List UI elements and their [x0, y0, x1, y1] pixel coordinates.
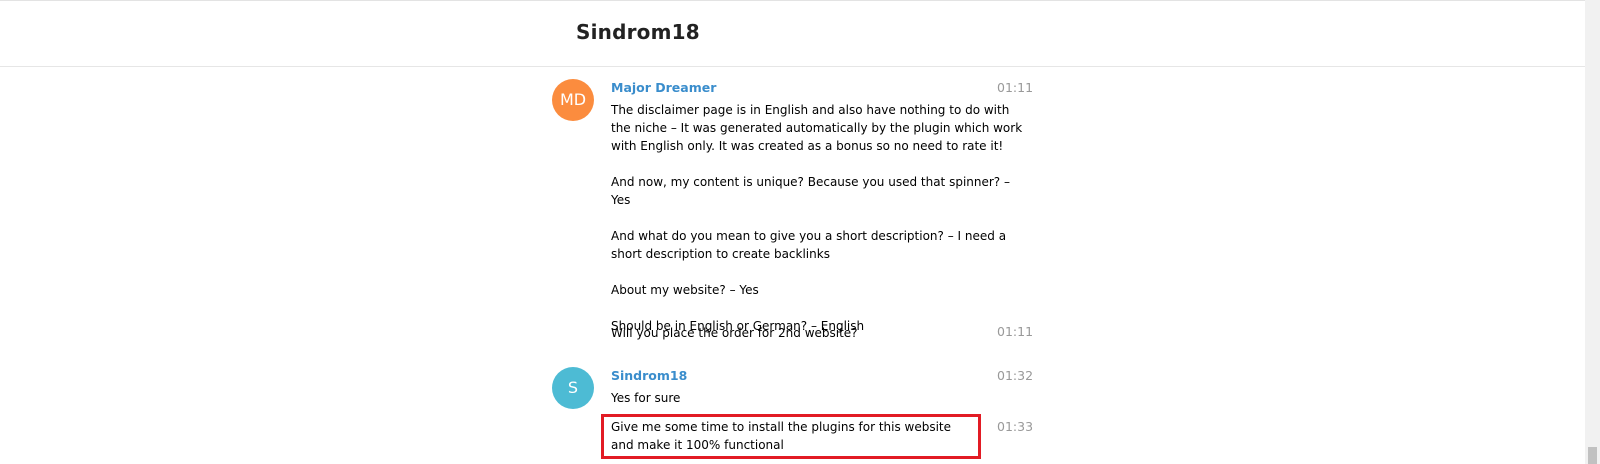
sender-name-major-dreamer[interactable]: Major Dreamer [611, 80, 716, 95]
scrollbar-thumb[interactable] [1588, 447, 1597, 464]
vertical-scrollbar[interactable] [1585, 0, 1600, 464]
message-time: 01:11 [997, 324, 1034, 339]
highlight-annotation-box [601, 414, 981, 459]
message-text: The disclaimer page is in English and al… [611, 103, 1023, 333]
chat-title: Sindrom18 [576, 20, 700, 44]
avatar-major-dreamer[interactable]: MD [552, 79, 594, 121]
sender-name-sindrom18[interactable]: Sindrom18 [611, 368, 687, 383]
message-text: Will you place the order for 2nd website… [611, 326, 858, 340]
avatar-sindrom18[interactable]: S [552, 367, 594, 409]
message-time: 01:33 [997, 419, 1034, 434]
message-time: 01:11 [997, 80, 1034, 95]
message-text: Yes for sure [611, 391, 681, 405]
chat-header: Sindrom18 [0, 1, 1585, 67]
message-time: 01:32 [997, 368, 1034, 383]
